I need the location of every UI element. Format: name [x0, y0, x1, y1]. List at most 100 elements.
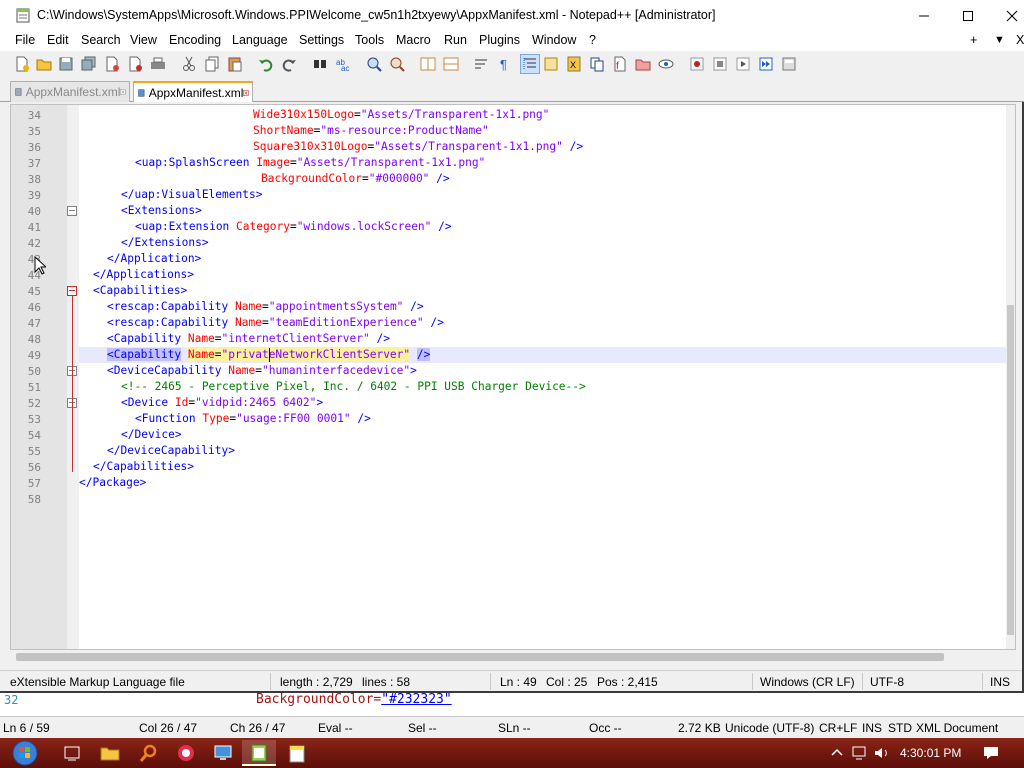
macro-stop-icon[interactable] — [711, 55, 729, 73]
menu-search[interactable]: Search — [81, 33, 121, 47]
code-line[interactable]: 53 <Function Type="usage:FF00 0001" /> — [28, 411, 1015, 427]
new-file-icon[interactable] — [13, 55, 31, 73]
code-line[interactable]: 48 <Capability Name="internetClientServer… — [28, 331, 1015, 347]
code-line[interactable]: 41 <uap:Extension Category="windows.lockS… — [28, 219, 1015, 235]
save-all-icon[interactable] — [80, 55, 98, 73]
paste-icon[interactable] — [226, 55, 244, 73]
code-line[interactable]: 39 </uap:VisualElements> — [28, 187, 1015, 203]
cut-icon[interactable] — [180, 55, 198, 73]
menu-settings[interactable]: Settings — [299, 33, 344, 47]
menu-view[interactable]: View — [130, 33, 157, 47]
fold-margin[interactable] — [67, 105, 79, 649]
code-line[interactable]: 58 — [28, 491, 1015, 507]
taskbar-notepadpp[interactable] — [280, 740, 314, 766]
code-line[interactable]: 46 <rescap:Capability Name="appointmentsS… — [28, 299, 1015, 315]
horizontal-scroll-thumb[interactable] — [16, 653, 944, 661]
monitoring-eye-icon[interactable] — [657, 55, 675, 73]
close-button[interactable] — [989, 0, 1024, 31]
editor-pane[interactable]: 34 Wide310x150Logo="Assets/Transparent-1x… — [10, 104, 1016, 650]
zoom-out-icon[interactable] — [388, 55, 406, 73]
code-line[interactable]: 47 <rescap:Capability Name="teamEditionEx… — [28, 315, 1015, 331]
taskbar-remote-desktop[interactable] — [206, 740, 240, 766]
redo-icon[interactable] — [280, 55, 298, 73]
menu-help[interactable]: ? — [589, 33, 596, 47]
function-list-icon[interactable] — [588, 55, 606, 73]
title-bar[interactable]: C:\Windows\SystemApps\Microsoft.Windows.… — [0, 0, 1024, 31]
replace-icon[interactable]: abac — [334, 55, 352, 73]
taskbar-search-app[interactable] — [131, 740, 165, 766]
sync-horizontal-icon[interactable] — [442, 55, 460, 73]
macro-record-icon[interactable] — [688, 55, 706, 73]
code-line[interactable]: 36 Square310x310Logo="Assets/Transparent-… — [28, 139, 1015, 155]
tab-close-icon[interactable] — [243, 88, 249, 98]
start-button[interactable] — [6, 740, 44, 766]
folder-icon[interactable] — [634, 55, 652, 73]
horizontal-scrollbar[interactable] — [10, 650, 1016, 663]
code-line[interactable]: 44 </Applications> — [28, 267, 1015, 283]
save-icon[interactable] — [57, 55, 75, 73]
folder-as-workspace-icon[interactable]: f — [611, 55, 629, 73]
code-line[interactable]: 51 <!-- 2465 - Perceptive Pixel, Inc. / 6… — [28, 379, 1015, 395]
macro-save-icon[interactable] — [780, 55, 798, 73]
show-all-chars-icon[interactable]: ¶ — [496, 55, 514, 73]
notification-center-icon[interactable] — [982, 744, 1000, 762]
code-line[interactable]: 57 </Package> — [28, 475, 1015, 491]
close-file-icon[interactable] — [103, 55, 121, 73]
macro-play-icon[interactable] — [734, 55, 752, 73]
menu-file[interactable]: File — [15, 33, 35, 47]
print-icon[interactable] — [149, 55, 167, 73]
tab-appxmanifest-inactive[interactable]: AppxManifest.xml — [10, 81, 130, 102]
code-line[interactable]: 37 <uap:SplashScreen Image="Assets/Transp… — [28, 155, 1015, 171]
fold-toggle-icon[interactable] — [67, 206, 77, 216]
code-line[interactable]: 35 ShortName="ms-resource:ProductName" — [28, 123, 1015, 139]
tab-appxmanifest-active[interactable]: AppxManifest.xml — [133, 81, 253, 102]
taskbar-app-extension[interactable] — [169, 740, 203, 766]
code-line[interactable]: 45 <Capabilities> — [28, 283, 1015, 299]
code-line[interactable]: 55 </DeviceCapability> — [28, 443, 1015, 459]
copy-icon[interactable] — [203, 55, 221, 73]
show-hidden-icons-chevron-icon[interactable] — [828, 744, 846, 762]
menu-new-tab-plus[interactable]: + — [970, 33, 977, 47]
vertical-scrollbar[interactable] — [1006, 105, 1015, 649]
menu-edit[interactable]: Edit — [47, 33, 69, 47]
close-all-icon[interactable] — [126, 55, 144, 73]
code-line[interactable]: 50 <DeviceCapability Name="humaninterface… — [28, 363, 1015, 379]
menu-tab-list-dropdown[interactable]: ▼ — [994, 34, 1005, 46]
open-file-icon[interactable] — [35, 55, 53, 73]
menu-close-doc[interactable]: X — [1016, 33, 1024, 47]
code-line[interactable]: 52 <Device Id="vidpid:2465 6402"> — [28, 395, 1015, 411]
code-line[interactable]: 43 </Application> — [28, 251, 1015, 267]
macro-run-multiple-icon[interactable] — [757, 55, 775, 73]
code-line[interactable]: 56 </Capabilities> — [28, 459, 1015, 475]
code-line[interactable]: 54 </Device> — [28, 427, 1015, 443]
code-line[interactable]: 38 BackgroundColor="#000000" /> — [28, 171, 1015, 187]
menu-language[interactable]: Language — [232, 33, 288, 47]
network-icon[interactable] — [851, 744, 869, 762]
task-view-button[interactable] — [55, 740, 89, 766]
code-area[interactable]: 34 Wide310x150Logo="Assets/Transparent-1x… — [28, 105, 1015, 649]
taskbar-clock[interactable]: 4:30:01 PM — [900, 746, 961, 760]
code-line[interactable]: 40 <Extensions> — [28, 203, 1015, 219]
taskbar-notepadpp-active[interactable] — [242, 740, 276, 766]
menu-tools[interactable]: Tools — [355, 33, 384, 47]
word-wrap-icon[interactable] — [473, 55, 491, 73]
tab-close-icon[interactable] — [120, 87, 126, 97]
doc-map-icon[interactable]: X — [565, 55, 583, 73]
code-line[interactable]: 42 </Extensions> — [28, 235, 1015, 251]
find-icon[interactable] — [311, 55, 329, 73]
menu-run[interactable]: Run — [444, 33, 467, 47]
maximize-button[interactable] — [945, 0, 991, 31]
define-language-icon[interactable] — [542, 55, 560, 73]
code-line[interactable]: 34 Wide310x150Logo="Assets/Transparent-1x… — [28, 107, 1015, 123]
menu-window[interactable]: Window — [532, 33, 576, 47]
sync-vertical-icon[interactable] — [419, 55, 437, 73]
volume-icon[interactable] — [873, 744, 891, 762]
code-line[interactable]: 49 <Capability Name="privateNetworkClient… — [28, 347, 1015, 363]
menu-encoding[interactable]: Encoding — [169, 33, 221, 47]
indent-guide-icon[interactable] — [520, 54, 540, 74]
zoom-in-icon[interactable] — [365, 55, 383, 73]
menu-macro[interactable]: Macro — [396, 33, 431, 47]
vertical-scroll-thumb[interactable] — [1007, 305, 1014, 635]
taskbar-file-explorer[interactable] — [93, 740, 127, 766]
undo-icon[interactable] — [257, 55, 275, 73]
